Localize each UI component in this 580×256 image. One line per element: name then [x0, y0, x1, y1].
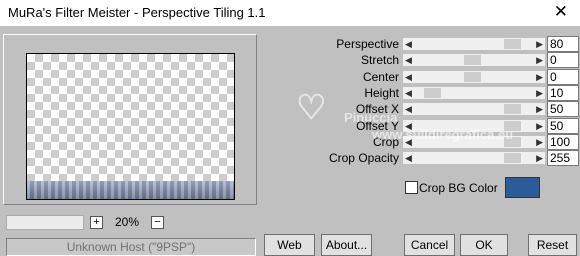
title-bar: MuRa's Filter Meister - Perspective Tili…: [0, 0, 580, 26]
window-title: MuRa's Filter Meister - Perspective Tili…: [8, 5, 266, 20]
slider-thumb[interactable]: [464, 55, 481, 65]
watermark-heart-icon: ♡: [296, 89, 327, 127]
slider-thumb[interactable]: [504, 39, 521, 49]
about-button[interactable]: About...: [321, 234, 372, 256]
slider-left-arrow-icon[interactable]: ◀: [405, 152, 412, 164]
param-label: Crop Opacity: [328, 151, 399, 165]
slider-right-arrow-icon[interactable]: ▶: [536, 152, 543, 164]
slider-left-arrow-icon[interactable]: ◀: [405, 54, 412, 66]
slider-right-arrow-icon[interactable]: ▶: [536, 54, 543, 66]
cancel-button[interactable]: Cancel: [404, 234, 455, 256]
status-bar: Unknown Host ("9PSP"): [6, 238, 256, 256]
zoom-track[interactable]: [6, 215, 84, 230]
preview-panel: [3, 34, 257, 205]
slider-thumb[interactable]: [424, 88, 441, 98]
param-value-input[interactable]: 0: [547, 52, 579, 68]
param-slider[interactable]: ◀ ▶: [403, 54, 545, 66]
crop-bg-checkbox[interactable]: [405, 181, 418, 194]
slider-left-arrow-icon[interactable]: ◀: [405, 71, 412, 83]
reset-button[interactable]: Reset: [528, 234, 577, 256]
param-slider[interactable]: ◀ ▶: [403, 103, 545, 115]
param-label: Center: [362, 70, 399, 84]
slider-thumb[interactable]: [464, 72, 481, 82]
param-value-input[interactable]: 50: [547, 101, 579, 117]
slider-left-arrow-icon[interactable]: ◀: [405, 38, 412, 50]
slider-right-arrow-icon[interactable]: ▶: [536, 71, 543, 83]
slider-left-arrow-icon[interactable]: ◀: [405, 103, 412, 115]
param-slider[interactable]: ◀ ▶: [403, 71, 545, 83]
slider-right-arrow-icon[interactable]: ▶: [536, 87, 543, 99]
preview-canvas[interactable]: [26, 53, 235, 200]
preview-tiles: [27, 181, 234, 199]
slider-thumb[interactable]: [504, 153, 521, 163]
param-label: Perspective: [336, 37, 399, 51]
crop-bg-label: Crop BG Color: [419, 181, 498, 195]
param-value-input[interactable]: 80: [547, 36, 579, 52]
watermark-brand: Pinuccia: [344, 110, 398, 125]
param-slider[interactable]: ◀ ▶: [403, 152, 545, 164]
web-button[interactable]: Web: [264, 234, 315, 256]
slider-right-arrow-icon[interactable]: ▶: [536, 120, 543, 132]
slider-right-arrow-icon[interactable]: ▶: [536, 136, 543, 148]
param-value-input[interactable]: 0: [547, 69, 579, 85]
slider-left-arrow-icon[interactable]: ◀: [405, 87, 412, 99]
param-slider[interactable]: ◀ ▶: [403, 38, 545, 50]
slider-thumb[interactable]: [504, 104, 521, 114]
dialog-body: + 20% − Unknown Host ("9PSP") Web About.…: [0, 26, 580, 256]
zoom-value: 20%: [115, 215, 140, 229]
slider-right-arrow-icon[interactable]: ▶: [536, 103, 543, 115]
crop-bg-color-swatch[interactable]: [505, 177, 540, 198]
param-value-input[interactable]: 100: [547, 134, 579, 150]
zoom-out-button[interactable]: −: [151, 216, 164, 229]
watermark-url: www.sulldiregrafica.eu: [372, 127, 514, 142]
param-value-input[interactable]: 50: [547, 118, 579, 134]
param-value-input[interactable]: 10: [547, 85, 579, 101]
close-icon[interactable]: ✕: [554, 2, 568, 22]
zoom-in-button[interactable]: +: [90, 216, 103, 229]
param-slider[interactable]: ◀ ▶: [403, 87, 545, 99]
param-label: Stretch: [360, 53, 399, 67]
slider-right-arrow-icon[interactable]: ▶: [536, 38, 543, 50]
param-label: Height: [364, 86, 399, 100]
ok-button[interactable]: OK: [460, 234, 508, 256]
param-value-input[interactable]: 255: [547, 150, 579, 166]
